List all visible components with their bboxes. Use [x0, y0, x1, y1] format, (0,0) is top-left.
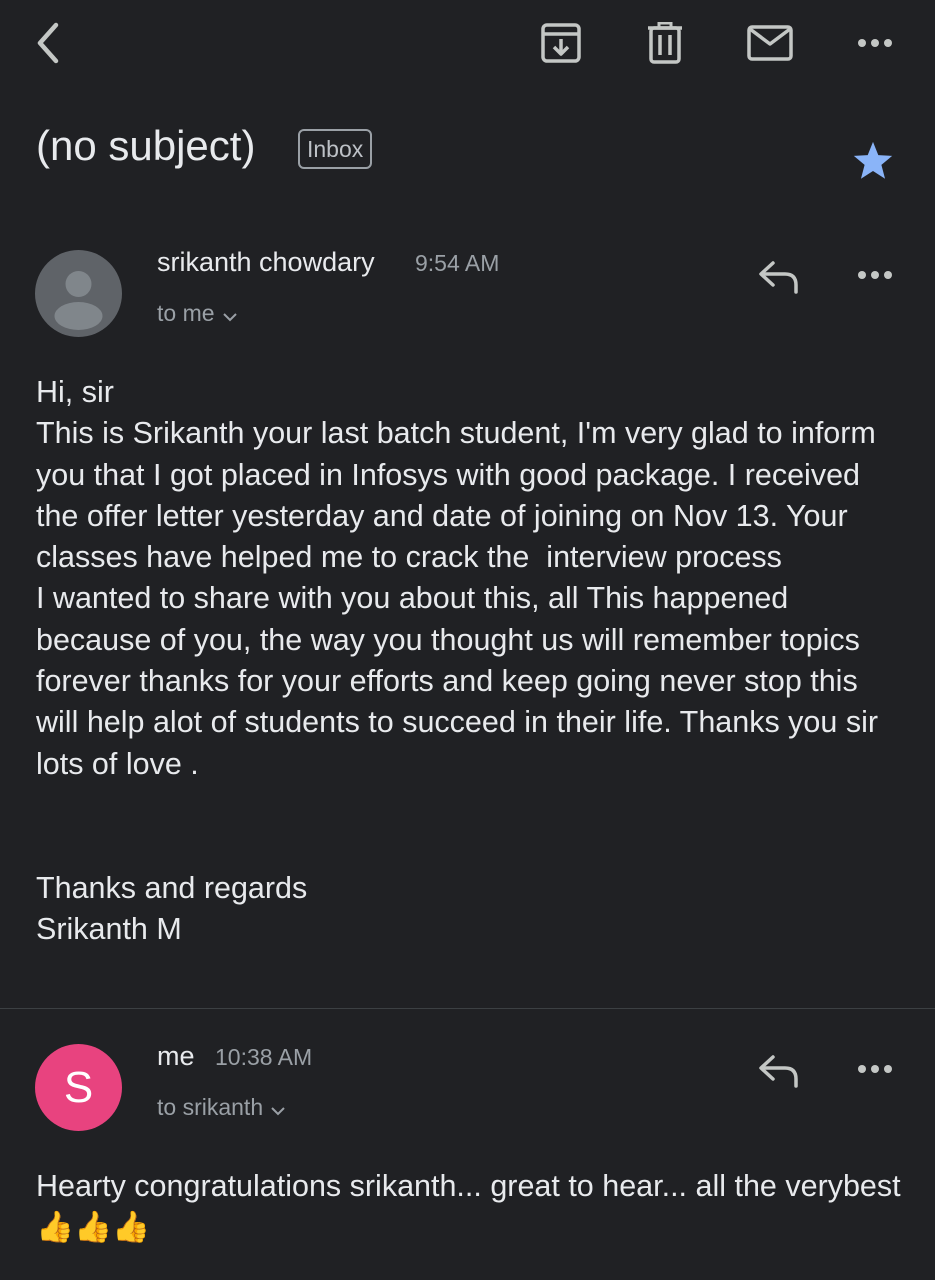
recipient-label: to srikanth: [157, 1094, 264, 1120]
person-icon: [54, 271, 103, 330]
mail-icon: [747, 25, 793, 61]
message-more-button[interactable]: [850, 1044, 900, 1094]
mark-unread-button[interactable]: [744, 18, 796, 68]
chevron-down-icon: [271, 1095, 285, 1122]
message-time: 10:38 AM: [215, 1044, 313, 1070]
body-paragraph: Hearty congratulations srikanth... great…: [36, 1169, 910, 1245]
sender-name: srikanth chowdary: [157, 247, 375, 277]
inbox-label-badge[interactable]: Inbox: [298, 129, 373, 169]
back-arrow-icon: [37, 22, 59, 64]
message-time: 9:54 AM: [415, 250, 500, 276]
avatar[interactable]: S: [35, 1044, 122, 1131]
body-paragraph: [36, 826, 906, 867]
archive-icon: [541, 23, 581, 63]
body-paragraph: This is Srikanth your last batch student…: [36, 416, 885, 575]
recipient-toggle[interactable]: to srikanth: [157, 1094, 285, 1122]
archive-button[interactable]: [536, 18, 586, 68]
subject-row: (no subject) Inbox: [36, 118, 916, 188]
reply-button[interactable]: [754, 1046, 804, 1096]
message-body: Hi, sir This is Srikanth your last batch…: [36, 372, 906, 950]
recipient-toggle[interactable]: to me: [157, 300, 237, 328]
sender-name: me: [157, 1041, 195, 1071]
more-horizontal-icon: [858, 39, 892, 47]
recipient-label: to me: [157, 300, 215, 326]
reply-icon: [759, 261, 798, 294]
trash-icon: [648, 22, 682, 64]
body-paragraph: I wanted to share with you about this, a…: [36, 581, 887, 781]
message-more-button[interactable]: [850, 250, 900, 300]
delete-button[interactable]: [640, 18, 690, 68]
reply-button[interactable]: [754, 252, 804, 302]
email-subject: (no subject): [36, 122, 256, 169]
signature-line: Thanks and regards: [36, 870, 308, 905]
message-header[interactable]: S me 10:38 AM to srikanth: [0, 1034, 935, 1134]
star-icon: [853, 141, 893, 179]
more-horizontal-icon: [858, 1065, 892, 1073]
message-header[interactable]: srikanth chowdary 9:54 AM to me: [0, 240, 935, 340]
more-options-button[interactable]: [850, 18, 900, 68]
signature-name: Srikanth M: [36, 911, 182, 946]
chevron-down-icon: [222, 301, 237, 328]
back-button[interactable]: [22, 18, 72, 68]
top-toolbar: [0, 0, 935, 90]
reply-icon: [759, 1055, 798, 1088]
star-button[interactable]: [848, 136, 898, 186]
message-divider: [0, 1008, 935, 1009]
message-body: Hearty congratulations srikanth... great…: [36, 1166, 906, 1249]
body-paragraph: Hi, sir: [36, 375, 114, 409]
more-horizontal-icon: [858, 271, 892, 279]
avatar[interactable]: [35, 250, 122, 337]
body-paragraph: [36, 785, 906, 826]
